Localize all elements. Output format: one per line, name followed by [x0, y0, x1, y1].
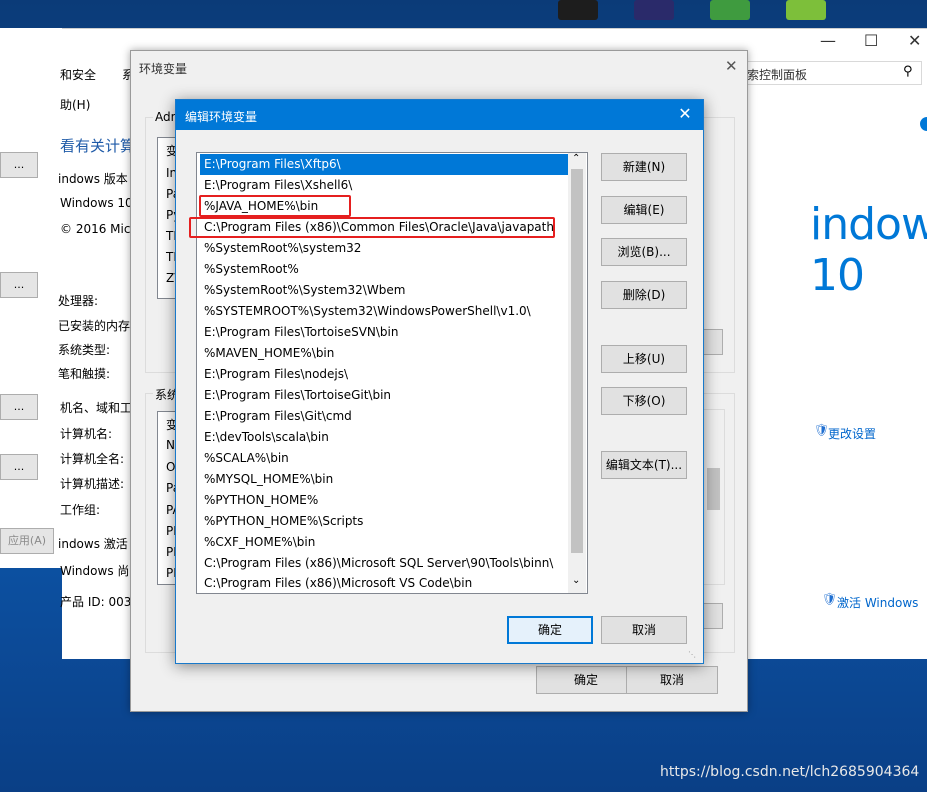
app-icon-green[interactable]	[710, 0, 750, 20]
full-computer-name-label: 计算机全名:	[60, 452, 125, 466]
list-item[interactable]: E:\devTools\scala\bin	[200, 427, 572, 448]
list-item[interactable]: %MAVEN_HOME%\bin	[200, 343, 572, 364]
edit-environment-variable-dialog: 编辑环境变量 ✕ E:\Program Files\Xftp6\ E:\Prog…	[175, 99, 704, 664]
workgroup-label: 工作组:	[60, 503, 101, 517]
edit-button[interactable]: 编辑(E)	[601, 196, 687, 224]
help-menu[interactable]: 助(H)	[60, 96, 90, 113]
list-item[interactable]: %PYTHON_HOME%	[200, 490, 572, 511]
list-item[interactable]: E:\Program Files\TortoiseSVN\bin	[200, 322, 572, 343]
list-item[interactable]: E:\Program Files\Xftp6\	[200, 154, 572, 175]
search-icon[interactable]: ⚲	[903, 64, 913, 79]
close-icon[interactable]: ✕	[725, 57, 738, 75]
edit-text-button[interactable]: 编辑文本(T)...	[601, 451, 687, 479]
computer-name-label: 计算机名:	[60, 427, 113, 441]
new-button[interactable]: 新建(N)	[601, 153, 687, 181]
pen-touch-label: 笔和触摸:	[58, 367, 111, 381]
list-item[interactable]: %MYSQL_HOME%\bin	[200, 469, 572, 490]
activation-status: Windows 尚	[60, 564, 130, 578]
system-type-label: 系统类型:	[58, 343, 111, 357]
info-icon	[920, 117, 927, 131]
search-placeholder: 索控制面板	[747, 68, 808, 82]
change-settings-link[interactable]: 更改设置	[828, 425, 876, 442]
product-id: 产品 ID: 003	[60, 595, 132, 609]
copyright: © 2016 Micr	[60, 222, 136, 236]
page-heading: 看有关计算	[60, 137, 136, 155]
scroll-down-icon[interactable]: ⌄	[572, 575, 580, 586]
shield-icon: 🛡	[814, 423, 830, 437]
list-item[interactable]: E:\Program Files\TortoiseGit\bin	[200, 385, 572, 406]
list-item[interactable]: E:\Program Files\Git\cmd	[200, 406, 572, 427]
scroll-up-icon[interactable]: ⌃	[572, 153, 580, 164]
windows-edition-label: indows 版本	[58, 172, 128, 186]
path-entries-list[interactable]: E:\Program Files\Xftp6\ E:\Program Files…	[189, 152, 588, 594]
watermark-url: https://blog.csdn.net/lch2685904364	[660, 764, 920, 780]
windows-version: Windows 10	[60, 196, 133, 210]
list-item[interactable]: %PYTHON_HOME%\Scripts	[200, 511, 572, 532]
left-window-button-2[interactable]: ...	[0, 272, 38, 298]
edit-dialog-titlebar: 编辑环境变量 ✕	[176, 100, 703, 130]
highlight-box-javapath	[189, 217, 555, 238]
left-window-button-4[interactable]: ...	[0, 454, 38, 480]
list-item[interactable]: N	[166, 438, 175, 452]
scrollbar-thumb[interactable]	[571, 169, 583, 553]
ok-button[interactable]: 确定	[507, 616, 593, 644]
dialog-title: 环境变量	[139, 62, 188, 76]
resize-grip-icon[interactable]: ⋱	[688, 650, 696, 659]
list-item[interactable]: E:\Program Files\nodejs\	[200, 364, 572, 385]
memory-label: 已安装的内存	[58, 319, 131, 333]
computer-name-section: 机名、域和工	[60, 401, 133, 415]
edit-dialog-title: 编辑环境变量	[185, 110, 258, 124]
list-item[interactable]: C:\Program Files (x86)\Microsoft SQL Ser…	[200, 553, 572, 574]
list-item[interactable]: C:\Program Files (x86)\Microsoft VS Code…	[200, 574, 572, 592]
apply-button[interactable]: 应用(A)	[0, 528, 54, 554]
terminal-app-icon[interactable]	[558, 0, 598, 20]
move-down-button[interactable]: 下移(O)	[601, 387, 687, 415]
delete-button[interactable]: 删除(D)	[601, 281, 687, 309]
move-up-button[interactable]: 上移(U)	[601, 345, 687, 373]
breadcrumb-security[interactable]: 和安全	[60, 66, 96, 83]
scrollbar-thumb[interactable]	[707, 468, 720, 510]
list-item[interactable]: %SystemRoot%\System32\Wbem	[200, 280, 572, 301]
activate-windows-link[interactable]: 激活 Windows	[837, 594, 918, 611]
browse-button[interactable]: 浏览(B)...	[601, 238, 687, 266]
env-ok-button[interactable]: 确定	[536, 666, 636, 694]
close-icon[interactable]: ✕	[674, 103, 696, 125]
close-icon[interactable]: ✕	[908, 31, 921, 50]
minimize-icon[interactable]: —	[820, 31, 836, 50]
notepad-app-icon[interactable]	[786, 0, 826, 20]
list-item[interactable]: %SystemRoot%	[200, 259, 572, 280]
system-delete-button-edge[interactable]	[703, 603, 723, 629]
list-item[interactable]: %SystemRoot%\system32	[200, 238, 572, 259]
windows10-logo: indows 10	[810, 199, 927, 301]
computer-description-label: 计算机描述:	[60, 477, 125, 491]
list-item[interactable]: %SCALA%\bin	[200, 448, 572, 469]
highlight-box-java-home	[199, 195, 351, 217]
ide-app-icon[interactable]	[634, 0, 674, 20]
maximize-icon[interactable]: ☐	[864, 31, 878, 50]
search-box[interactable]: 索控制面板 ⚲	[744, 61, 922, 85]
env-cancel-button[interactable]: 取消	[626, 666, 718, 694]
left-window-button-1[interactable]: ...	[0, 152, 38, 178]
user-delete-button-edge[interactable]	[703, 329, 723, 355]
left-window: ... ... ... ... 应用(A)	[0, 28, 63, 568]
activation-section: indows 激活	[58, 537, 128, 551]
shield-icon: 🛡	[822, 592, 838, 606]
cancel-button[interactable]: 取消	[601, 616, 687, 644]
list-scrollbar[interactable]: ⌃ ⌄	[568, 153, 586, 593]
list-item[interactable]: E:\Program Files\Xshell6\	[200, 175, 572, 196]
system-variables-scrollbar[interactable]	[703, 409, 725, 585]
list-item[interactable]: %CXF_HOME%\bin	[200, 532, 572, 553]
processor-label: 处理器:	[58, 294, 99, 308]
left-window-button-3[interactable]: ...	[0, 394, 38, 420]
list-item[interactable]: %SYSTEMROOT%\System32\WindowsPowerShell\…	[200, 301, 572, 322]
